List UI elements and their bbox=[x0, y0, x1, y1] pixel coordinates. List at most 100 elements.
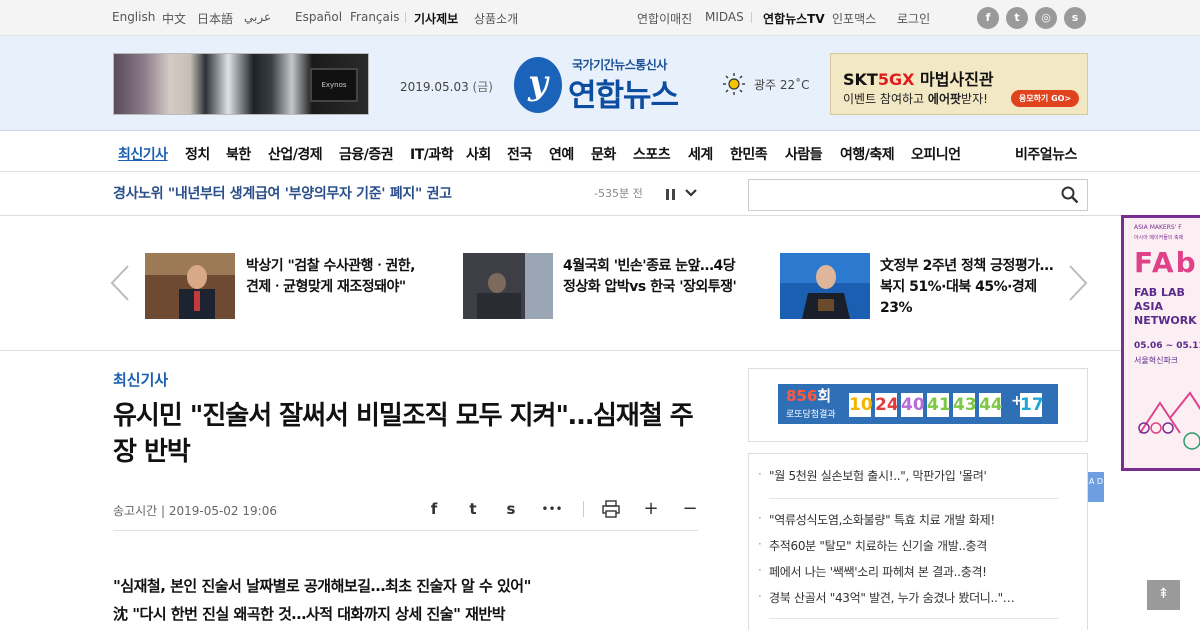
share-twitter-icon[interactable]: t bbox=[462, 498, 484, 520]
yonhap-logo-icon[interactable]: y bbox=[514, 57, 562, 113]
yonhap-tv-link[interactable]: 연합뉴스TV bbox=[763, 10, 825, 27]
article-summary-line: "심재철, 본인 진술서 날짜별로 공개해보길…최초 진술자 알 수 있어" bbox=[113, 577, 531, 595]
ad-banner-right[interactable]: SKT5GX 마법사진관 이벤트 참여하고 에어팟받자! 응모하기 GO> bbox=[830, 53, 1088, 115]
font-decrease-icon[interactable]: − bbox=[679, 498, 701, 520]
ad-badge[interactable]: A D bbox=[1088, 472, 1104, 502]
article-send-time: 송고시간 | 2019-05-02 19:06 bbox=[113, 504, 277, 518]
facebook-icon[interactable]: f bbox=[977, 7, 999, 29]
lotto-number: 44 bbox=[979, 393, 1003, 417]
divider bbox=[583, 501, 584, 517]
ad-right-subtitle: 이벤트 참여하고 에어팟받자! bbox=[843, 92, 988, 106]
imazine-link[interactable]: 연합이매진 bbox=[637, 10, 692, 27]
weather-text: 광주 22˚C bbox=[754, 78, 810, 92]
nav-visual-news[interactable]: 비주얼뉴스 bbox=[1015, 144, 1077, 164]
nav-politics[interactable]: 정치 bbox=[185, 144, 210, 164]
share-facebook-icon[interactable]: f bbox=[423, 498, 445, 520]
carousel-thumbnail[interactable] bbox=[145, 253, 235, 319]
nav-it-science[interactable]: IT/과학 bbox=[410, 144, 454, 164]
lotto-subtitle: 로또당첨결과 bbox=[786, 410, 836, 420]
nav-travel[interactable]: 여행/축제 bbox=[840, 144, 895, 164]
scroll-top-button[interactable]: ⇞ bbox=[1147, 580, 1180, 610]
lang-chinese[interactable]: 中文 bbox=[162, 10, 186, 27]
article-category[interactable]: 최신기사 bbox=[113, 369, 168, 390]
breaking-headline[interactable]: 경사노위 "내년부터 생계급여 '부양의무자 기준' 폐지" 권고 bbox=[113, 183, 452, 203]
ad-banner-left[interactable]: Exynos bbox=[113, 53, 369, 115]
lotto-number: 43 bbox=[953, 393, 977, 417]
lang-spanish[interactable]: Español bbox=[295, 10, 342, 24]
nav-finance[interactable]: 금융/증권 bbox=[339, 144, 394, 164]
article-headline: 유시민 "진술서 잘써서 비밀조직 모두 지켜"…심재철 주장 반박 bbox=[113, 401, 694, 467]
ad-right-button[interactable]: 응모하기 GO> bbox=[1011, 90, 1079, 107]
story-icon[interactable]: s bbox=[1064, 7, 1086, 29]
nav-latest[interactable]: 최신기사 bbox=[118, 144, 168, 164]
carousel-thumbnail[interactable] bbox=[780, 253, 870, 319]
lotto-number: 24 bbox=[875, 393, 899, 417]
headline-carousel: 박상기 "검찰 수사관행ㆍ권한, 견제ㆍ균형맞게 재조정돼야" 4월국회 '빈손… bbox=[0, 216, 1200, 351]
pause-icon[interactable] bbox=[665, 189, 677, 201]
nav-people[interactable]: 사람들 bbox=[785, 144, 823, 164]
exynos-chip-image: Exynos bbox=[310, 68, 358, 102]
nav-national[interactable]: 전국 bbox=[507, 144, 532, 164]
divider bbox=[769, 618, 1059, 619]
nav-sports[interactable]: 스포츠 bbox=[633, 144, 671, 164]
carousel-next-icon[interactable] bbox=[1068, 264, 1088, 312]
logo-title[interactable]: 연합뉴스 bbox=[568, 70, 679, 115]
twitter-icon[interactable]: t bbox=[1006, 7, 1028, 29]
more-share-icon[interactable]: ••• bbox=[538, 498, 566, 520]
lotto-number: 40 bbox=[901, 393, 925, 417]
sponsored-item[interactable]: 페에서 나는 '쌕쌕'소리 파헤쳐 본 결과..충격! bbox=[758, 563, 987, 580]
news-tip-link[interactable]: 기사제보 bbox=[414, 10, 458, 27]
lotto-number: 10 bbox=[849, 393, 873, 417]
carousel-title[interactable]: 4월국회 '빈손'종료 눈앞…4당 정상화 압박vs 한국 '장외투쟁' bbox=[563, 256, 738, 298]
sun-icon bbox=[723, 73, 745, 95]
main-nav: 최신기사 정치 북한 산업/경제 금융/증권 IT/과학 사회 전국 연예 문화… bbox=[0, 132, 1200, 172]
lang-arabic[interactable]: عربي bbox=[244, 10, 271, 24]
nav-culture[interactable]: 문화 bbox=[591, 144, 616, 164]
lotto-bonus-number: 17 bbox=[1020, 393, 1044, 417]
ad-right-title: SKT5GX 마법사진관 bbox=[843, 70, 994, 89]
lang-english[interactable]: English bbox=[112, 10, 155, 24]
lotto-result-banner[interactable]: 856회 로또당첨결과 10 24 40 41 43 44 + 17 bbox=[778, 384, 1058, 424]
login-link[interactable]: 로그인 bbox=[897, 10, 930, 27]
print-icon[interactable] bbox=[602, 500, 620, 518]
sponsored-item[interactable]: 경북 산골서 "43억" 발견, 누가 숨겼나 봤더니.."… bbox=[758, 589, 1015, 606]
lang-japanese[interactable]: 日本語 bbox=[197, 10, 233, 27]
nav-world[interactable]: 세계 bbox=[688, 144, 713, 164]
banner-line: NETWORK bbox=[1134, 314, 1197, 327]
carousel-thumbnail[interactable] bbox=[463, 253, 553, 319]
midas-link[interactable]: MIDAS bbox=[705, 10, 744, 24]
font-increase-icon[interactable]: + bbox=[640, 498, 662, 520]
banner-illustration bbox=[1138, 391, 1200, 450]
carousel-prev-icon[interactable] bbox=[110, 264, 130, 312]
banner-place: 서울혁신파크 bbox=[1134, 356, 1179, 365]
carousel-title[interactable]: 박상기 "검찰 수사관행ㆍ권한, 견제ㆍ균형맞게 재조정돼야" bbox=[246, 256, 421, 298]
nav-korean-diaspora[interactable]: 한민족 bbox=[730, 144, 768, 164]
search-icon[interactable] bbox=[1061, 186, 1079, 204]
chevron-down-icon[interactable] bbox=[684, 186, 698, 204]
top-utility-bar: English 中文 日本語 عربي Español Français 기사제… bbox=[0, 0, 1200, 36]
weekday: (금) bbox=[472, 80, 493, 94]
lotto-widget[interactable]: 856회 로또당첨결과 10 24 40 41 43 44 + 17 bbox=[748, 368, 1088, 442]
divider bbox=[113, 530, 698, 531]
banner-big-text: FAb bbox=[1134, 246, 1198, 279]
divider bbox=[751, 12, 752, 23]
search-input[interactable] bbox=[748, 179, 1088, 211]
sponsored-item[interactable]: 추적60분 "탈모" 치료하는 신기술 개발..충격 bbox=[758, 537, 987, 554]
sponsored-item[interactable]: "역류성식도염,소화불량" 특효 치료 개발 화제! bbox=[758, 511, 995, 528]
nav-entertainment[interactable]: 연예 bbox=[549, 144, 574, 164]
banner-dates: 05.06 ~ 05.11 bbox=[1134, 341, 1200, 351]
nav-opinion[interactable]: 오피니언 bbox=[911, 144, 961, 164]
share-story-icon[interactable]: s bbox=[500, 498, 522, 520]
products-link[interactable]: 상품소개 bbox=[474, 10, 518, 27]
nav-north-korea[interactable]: 북한 bbox=[226, 144, 251, 164]
breaking-time: -535분 전 bbox=[594, 187, 643, 200]
infomax-link[interactable]: 인포맥스 bbox=[832, 10, 876, 27]
nav-society[interactable]: 사회 bbox=[466, 144, 491, 164]
banner-line: ASIA MAKERS' F bbox=[1134, 224, 1182, 231]
sponsored-item[interactable]: "월 5천원 실손보험 출시!..", 막판가입 '몰려' bbox=[758, 467, 987, 484]
carousel-title[interactable]: 文정부 2주년 정책 긍정평가…복지 51%·대북 45%·경제 23% bbox=[880, 256, 1055, 319]
instagram-icon[interactable]: ◎ bbox=[1035, 7, 1057, 29]
fab-lab-side-banner[interactable]: ASIA MAKERS' F 아시아 메이커들의 축제 FAb FAB LAB … bbox=[1121, 215, 1200, 471]
lang-french[interactable]: Français bbox=[350, 10, 399, 24]
nav-industry-economy[interactable]: 산업/경제 bbox=[268, 144, 323, 164]
